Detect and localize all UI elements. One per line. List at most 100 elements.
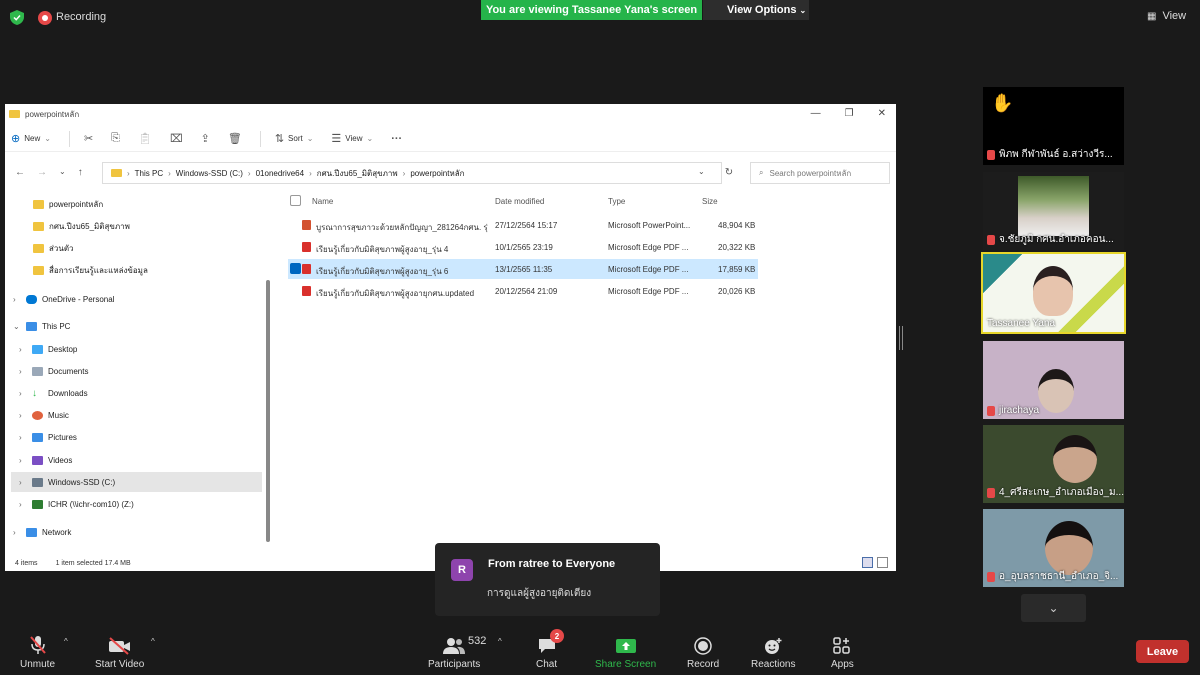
panel-splitter-handle[interactable] [899,326,903,350]
back-arrow-icon[interactable]: ← [15,167,25,178]
sidebar-item-music[interactable]: › Music [19,405,69,425]
chevron-right-icon[interactable]: › [19,367,27,376]
column-header-name[interactable]: Name [312,197,333,206]
sidebar-item-label: powerpointหลัก [49,199,104,209]
column-header-size[interactable]: Size [702,197,718,206]
sidebar-scrollbar[interactable] [266,280,270,542]
table-row[interactable]: บูรณาการสุขภาวะด้วยหลักปัญญา_281264กศน. … [288,215,758,235]
column-header-date[interactable]: Date modified [495,197,544,206]
table-row[interactable]: เรียนรู้เกี่ยวกับมิติสุขภาพผู้สูงอายุกศน… [288,281,758,301]
unmute-button[interactable]: Unmute [20,633,55,670]
forward-arrow-icon[interactable]: → [37,167,47,178]
sidebar-item-pictures[interactable]: › Pictures [19,427,77,447]
view-menu-button[interactable]: ☰ View ⌄ [331,132,373,145]
chevron-right-icon[interactable]: › [13,528,21,537]
sidebar-item-this-pc[interactable]: ⌄ This PC [13,316,70,336]
share-screen-button[interactable]: Share Screen [595,633,656,670]
sidebar-item-windows-ssd[interactable]: › Windows-SSD (C:) [11,472,262,492]
delete-button[interactable]: 🗑︎ [228,132,242,145]
chevron-right-icon[interactable]: › [19,500,27,509]
smiley-plus-icon [763,633,783,655]
video-options-caret-icon[interactable]: ^ [151,637,155,646]
sidebar-item-videos[interactable]: › Videos [19,450,72,470]
participant-tile[interactable]: ✋ พิภพ กีฬาพันธ์ อ.สว่างวีร... [983,87,1124,165]
cut-button[interactable]: ✂ [84,132,93,145]
sidebar-item-label: This PC [42,321,71,331]
chat-notification[interactable]: R From ratree to Everyone การดูแลผู้สูงอ… [435,543,660,616]
chevron-right-icon[interactable]: › [19,345,27,354]
view-options-button[interactable]: View Options ⌄ [703,0,809,20]
sidebar-item-label: Windows-SSD (C:) [48,477,116,487]
participant-tile[interactable]: jirachaya [983,341,1124,419]
breadcrumb-drive[interactable]: Windows-SSD (C:) [176,169,243,178]
participant-tile[interactable]: จ.ชัยภูมิ กศน.อำเภอคอน... [983,172,1124,250]
chevron-right-icon[interactable]: › [19,478,27,487]
participant-tile-active-speaker[interactable]: Tassanee Yana [981,252,1126,334]
tiles-view-toggle[interactable] [877,557,888,568]
rename-button[interactable]: ⌧ [170,132,183,145]
history-dropdown-icon[interactable]: ⌄ [698,167,705,178]
sidebar-item-onedrive[interactable]: › OneDrive - Personal [13,289,114,309]
security-shield-icon[interactable] [10,10,24,25]
column-header-type[interactable]: Type [608,197,625,206]
leave-button[interactable]: Leave [1136,640,1189,663]
paste-button[interactable]: 📋︎ [138,132,152,145]
start-video-button[interactable]: Start Video [95,633,144,670]
quick-access-item-project[interactable]: กศน.ปีงบ65_มิติสุขภาพ [33,216,130,236]
details-view-toggle[interactable] [862,557,873,568]
table-row[interactable]: เรียนรู้เกี่ยวกับมิติสุขภาพผู้สูงอายุ_รุ… [288,237,758,257]
sidebar-item-downloads[interactable]: › ↓ Downloads [19,383,88,403]
participant-tile[interactable]: อ_อุบลราชธานี_อำเภอ_จิ... [983,509,1124,587]
recording-icon[interactable] [38,11,52,25]
recording-label[interactable]: Recording [56,11,106,23]
muted-mic-icon [987,487,995,498]
apps-button[interactable]: Apps [831,633,854,670]
row-checkbox[interactable] [290,263,301,274]
muted-mic-icon [987,234,995,245]
record-label: Record [687,659,720,670]
start-video-label: Start Video [95,659,145,670]
chevron-right-icon[interactable]: › [13,295,21,304]
quick-access-item-personal[interactable]: ส่วนตัว [33,238,74,258]
refresh-icon[interactable]: ↻ [725,167,733,178]
share-button[interactable]: ⇪ [201,132,210,145]
view-button[interactable]: ▦ View [1147,10,1186,22]
maximize-icon[interactable]: ❐ [845,108,854,119]
breadcrumb-project-folder[interactable]: กศน.ปีงบ65_มิติสุขภาพ [317,167,398,180]
chevron-right-icon[interactable]: › [19,389,27,398]
recent-chevron-icon[interactable]: ⌄ [59,167,66,178]
quick-access-item-media[interactable]: สื่อการเรียนรู้และแหล่งข้อมูล [33,260,148,280]
address-bar[interactable]: › This PC › Windows-SSD (C:) › 01onedriv… [102,162,722,184]
table-row-selected[interactable]: เรียนรู้เกี่ยวกับมิติสุขภาพผู้สูงอายุ_รุ… [288,259,758,279]
new-button[interactable]: ⊕ New ⌄ [11,132,51,145]
participant-tile[interactable]: 4_ศรีสะเกษ_อำเภอเมือง_ม... [983,425,1124,503]
select-all-checkbox[interactable] [290,195,301,206]
minimize-icon[interactable]: — [811,108,821,119]
more-participants-button[interactable]: ⌄ [1021,594,1086,622]
participants-caret-icon[interactable]: ^ [498,637,502,646]
sidebar-item-network-drive[interactable]: › ICHR (\\ichr-com10) (Z:) [19,494,134,514]
chevron-right-icon[interactable]: › [19,433,27,442]
window-titlebar[interactable]: powerpointหลัก — ❐ ✕ [5,104,896,124]
chevron-down-icon[interactable]: ⌄ [13,322,21,331]
breadcrumb-this-pc[interactable]: This PC [135,169,163,178]
reactions-button[interactable]: Reactions [751,633,795,670]
raised-hand-icon: ✋ [991,93,1014,113]
up-arrow-icon[interactable]: ↑ [78,167,83,178]
breadcrumb-onedrive-folder[interactable]: 01onedrive64 [256,169,304,178]
record-button[interactable]: Record [687,633,719,670]
copy-button[interactable]: ⎘ [111,132,120,145]
file-date: 20/12/2564 21:09 [495,287,558,296]
quick-access-item-powerpoint[interactable]: powerpointหลัก [33,194,103,214]
sidebar-item-network[interactable]: › Network [13,522,71,542]
sort-button[interactable]: ⇅ Sort ⌄ [275,132,314,145]
breadcrumb-current[interactable]: powerpointหลัก [410,167,464,180]
sidebar-item-documents[interactable]: › Documents [19,361,88,381]
sidebar-item-desktop[interactable]: › Desktop [19,339,77,359]
chevron-right-icon[interactable]: › [19,411,27,420]
search-input[interactable]: ⌕ Search powerpointหลัก [750,162,890,184]
more-options-button[interactable]: ··· [391,133,402,145]
chevron-right-icon[interactable]: › [19,456,27,465]
audio-options-caret-icon[interactable]: ^ [64,637,68,646]
close-icon[interactable]: ✕ [878,108,886,119]
